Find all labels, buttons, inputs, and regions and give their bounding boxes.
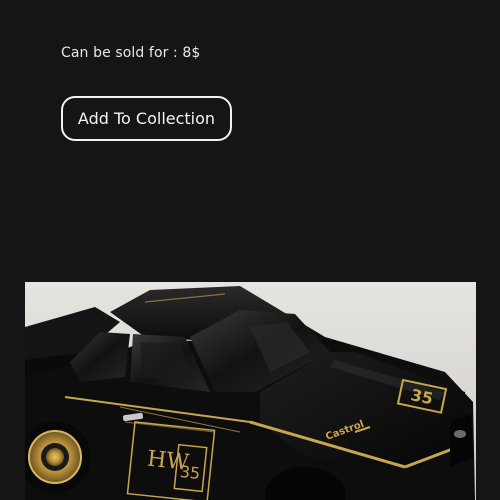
product-photo: 35 Castrol HW 35 [25, 282, 476, 500]
add-to-collection-button[interactable]: Add To Collection [61, 96, 232, 141]
toy-car-image: 35 Castrol HW 35 [25, 282, 476, 500]
sale-price-text: Can be sold for : 8$ [61, 45, 201, 61]
product-detail-page: Can be sold for : 8$ Add To Collection 3… [0, 0, 500, 500]
door-number-decal: 35 [179, 462, 201, 483]
